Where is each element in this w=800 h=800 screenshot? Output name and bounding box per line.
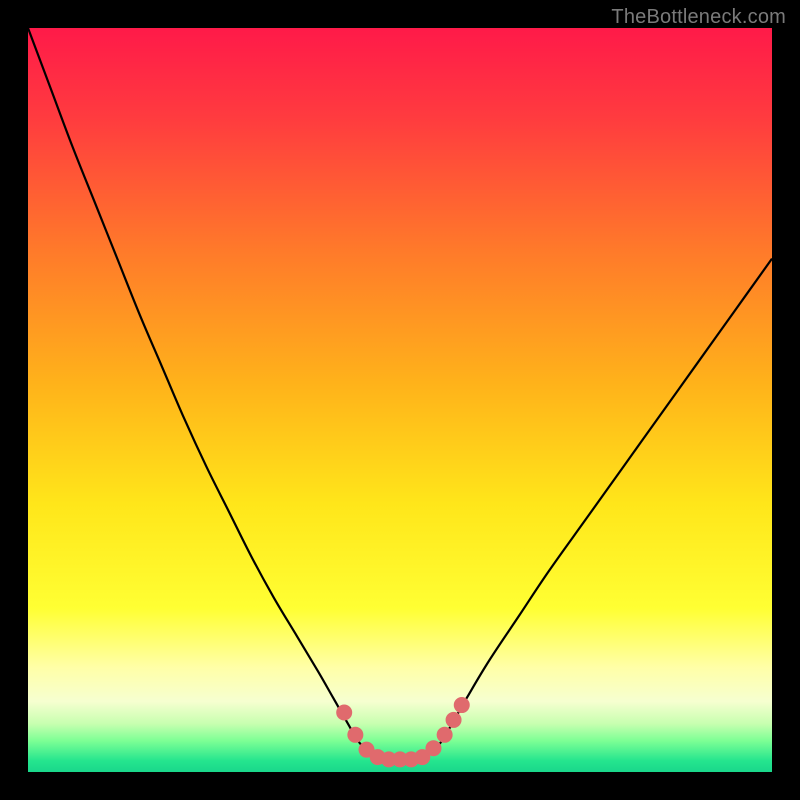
bottom-dot <box>425 740 441 756</box>
bottom-dot <box>336 704 352 720</box>
chart-stage: TheBottleneck.com <box>0 0 800 800</box>
bottom-dot <box>454 697 470 713</box>
bottom-dot <box>437 727 453 743</box>
gradient-background <box>28 28 772 772</box>
bottleneck-chart <box>0 0 800 800</box>
bottom-dot <box>347 727 363 743</box>
watermark-text: TheBottleneck.com <box>611 6 786 29</box>
bottom-dot <box>446 712 462 728</box>
